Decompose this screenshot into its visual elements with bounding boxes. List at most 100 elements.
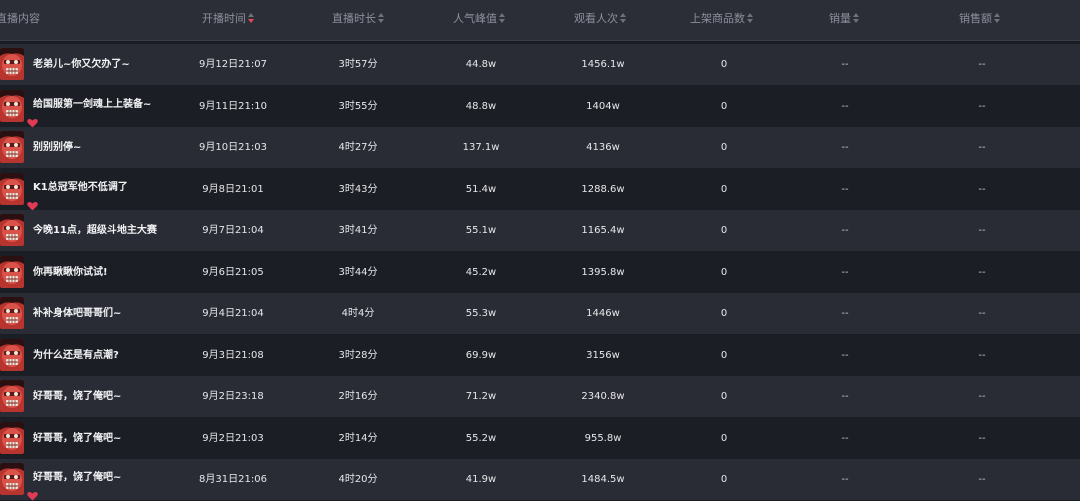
sales-cell: --: [841, 308, 849, 319]
sort-icon[interactable]: [747, 13, 753, 23]
viewers-cell: 1395.8w: [581, 266, 625, 278]
sort-icon[interactable]: [378, 13, 384, 23]
duration-cell: 3时57分: [338, 59, 378, 70]
stream-title[interactable]: 给国服第一剑魂上上装备~: [33, 86, 151, 127]
revenue-cell: --: [978, 266, 986, 278]
start-time-cell: 9月2日23:18: [202, 391, 264, 402]
start-time-cell: 9月2日21:03: [202, 432, 264, 444]
table-row[interactable]: 别别别停~ 9月10日21:03 4时27分 137.1w 4136w 0 -- --: [0, 127, 1080, 168]
products-cell: 0: [720, 142, 728, 153]
revenue-cell: --: [978, 349, 986, 361]
revenue-cell: --: [978, 432, 986, 444]
sort-icon[interactable]: [499, 13, 505, 23]
start-time-cell: 9月4日21:04: [202, 308, 264, 319]
header-revenue-label: 销售额: [959, 12, 992, 25]
stream-title[interactable]: 老弟儿~你又欠办了~: [33, 44, 130, 85]
table-row[interactable]: 为什么还是有点潮? 9月3日21:08 3时28分 69.9w 3156w 0 -- --: [0, 334, 1080, 376]
viewers-cell: 1404w: [586, 100, 620, 112]
streamer-avatar: [0, 172, 24, 205]
products-cell: 0: [720, 474, 728, 485]
products-cell: 0: [720, 59, 728, 70]
peak-popularity-cell: 48.8w: [465, 100, 497, 112]
revenue-cell: --: [978, 391, 986, 402]
stream-title[interactable]: 好哥哥，饶了俺吧~: [33, 459, 121, 500]
streamer-avatar: [0, 463, 24, 495]
start-time-cell: 9月12日21:07: [199, 59, 267, 70]
start-time-cell: 9月11日21:10: [199, 100, 267, 112]
products-cell: 0: [720, 183, 728, 195]
peak-popularity-cell: 55.2w: [465, 432, 497, 444]
sort-icon[interactable]: [994, 13, 1000, 23]
table-row[interactable]: 好哥哥，饶了俺吧~ 9月2日23:18 2时16分 71.2w 2340.8w 0 -- --: [0, 376, 1080, 417]
duration-cell: 3时28分: [338, 349, 378, 361]
stream-title[interactable]: 为什么还是有点潮?: [33, 335, 119, 376]
table-row[interactable]: 补补身体吧哥哥们~ 9月4日21:04 4时4分 55.3w 1446w 0 -- --: [0, 293, 1080, 334]
duration-cell: 3时41分: [338, 225, 378, 236]
header-duration[interactable]: 直播时长: [332, 0, 384, 40]
products-cell: 0: [720, 349, 728, 361]
header-content: 直播内容: [0, 0, 40, 40]
peak-popularity-cell: 51.4w: [465, 183, 497, 195]
duration-cell: 4时27分: [338, 142, 378, 153]
duration-cell: 2时14分: [338, 432, 378, 444]
header-viewers[interactable]: 观看人次: [574, 0, 626, 40]
sales-cell: --: [841, 391, 849, 402]
start-time-cell: 9月8日21:01: [202, 183, 264, 195]
table-row[interactable]: K1总冠军他不低调了 9月8日21:01 3时43分 51.4w 1288.6w 0 -- -…: [0, 168, 1080, 210]
table-row[interactable]: 给国服第一剑魂上上装备~ 9月11日21:10 3时55分 48.8w 1404w 0 --…: [0, 85, 1080, 127]
table-row[interactable]: 今晚11点，超级斗地主大赛 9月7日21:04 3时41分 55.1w 1165.4w 0…: [0, 210, 1080, 251]
table-row[interactable]: 你再瞅瞅你试试! 9月6日21:05 3时44分 45.2w 1395.8w 0 -- --: [0, 251, 1080, 293]
header-start-time[interactable]: 开播时间: [202, 0, 254, 40]
sales-cell: --: [841, 100, 849, 112]
sales-cell: --: [841, 225, 849, 236]
table-row[interactable]: 老弟儿~你又欠办了~ 9月12日21:07 3时57分 44.8w 1456.1w 0 --…: [0, 44, 1080, 85]
stream-title[interactable]: 补补身体吧哥哥们~: [33, 293, 121, 334]
stream-title[interactable]: 你再瞅瞅你试试!: [33, 252, 108, 293]
revenue-cell: --: [978, 183, 986, 195]
products-cell: 0: [720, 100, 728, 112]
viewers-cell: 1456.1w: [581, 59, 625, 70]
sales-cell: --: [841, 59, 849, 70]
table-header: 直播内容 开播时间 直播时长 人气峰值 观看人次 上架商品数 销量 销售额: [0, 0, 1080, 41]
header-peak-popularity-label: 人气峰值: [453, 12, 497, 25]
viewers-cell: 955.8w: [584, 432, 622, 444]
header-peak-popularity[interactable]: 人气峰值: [453, 0, 505, 40]
duration-cell: 4时4分: [341, 308, 375, 319]
streamer-avatar: [0, 214, 24, 246]
stream-title[interactable]: 别别别停~: [33, 127, 81, 168]
table-row[interactable]: 好哥哥，饶了俺吧~ 9月2日21:03 2时14分 55.2w 955.8w 0 -- --: [0, 417, 1080, 459]
stream-title[interactable]: 好哥哥，饶了俺吧~: [33, 418, 121, 459]
header-sales-label: 销量: [829, 12, 851, 25]
sales-cell: --: [841, 266, 849, 278]
start-time-cell: 9月3日21:08: [202, 349, 264, 361]
viewers-cell: 4136w: [586, 142, 620, 153]
start-time-cell: 9月6日21:05: [202, 266, 264, 278]
stream-title[interactable]: 今晚11点，超级斗地主大赛: [33, 210, 157, 251]
table-row[interactable]: 好哥哥，饶了俺吧~ 8月31日21:06 4时20分 41.9w 1484.5w 0 -- -…: [0, 459, 1080, 501]
header-revenue[interactable]: 销售额: [959, 0, 1000, 40]
duration-cell: 2时16分: [338, 391, 378, 402]
streamer-avatar: [0, 421, 24, 454]
peak-popularity-cell: 137.1w: [462, 142, 500, 153]
header-sales[interactable]: 销量: [829, 0, 859, 40]
sales-cell: --: [841, 432, 849, 444]
products-cell: 0: [720, 266, 728, 278]
streamer-avatar: [0, 380, 24, 412]
header-content-label: 直播内容: [0, 12, 40, 25]
peak-popularity-cell: 45.2w: [465, 266, 497, 278]
sort-icon[interactable]: [853, 13, 859, 23]
header-products[interactable]: 上架商品数: [690, 0, 753, 40]
sort-desc-active-icon[interactable]: [248, 13, 254, 23]
stream-title[interactable]: K1总冠军他不低调了: [33, 169, 128, 210]
peak-popularity-cell: 44.8w: [465, 59, 497, 70]
revenue-cell: --: [978, 100, 986, 112]
sort-icon[interactable]: [620, 13, 626, 23]
duration-cell: 4时20分: [338, 474, 378, 485]
start-time-cell: 9月10日21:03: [199, 142, 267, 153]
duration-cell: 3时44分: [338, 266, 378, 278]
header-products-label: 上架商品数: [690, 12, 745, 25]
duration-cell: 3时55分: [338, 100, 378, 112]
stream-title[interactable]: 好哥哥，饶了俺吧~: [33, 376, 121, 417]
products-cell: 0: [720, 308, 728, 319]
peak-popularity-cell: 69.9w: [465, 349, 497, 361]
